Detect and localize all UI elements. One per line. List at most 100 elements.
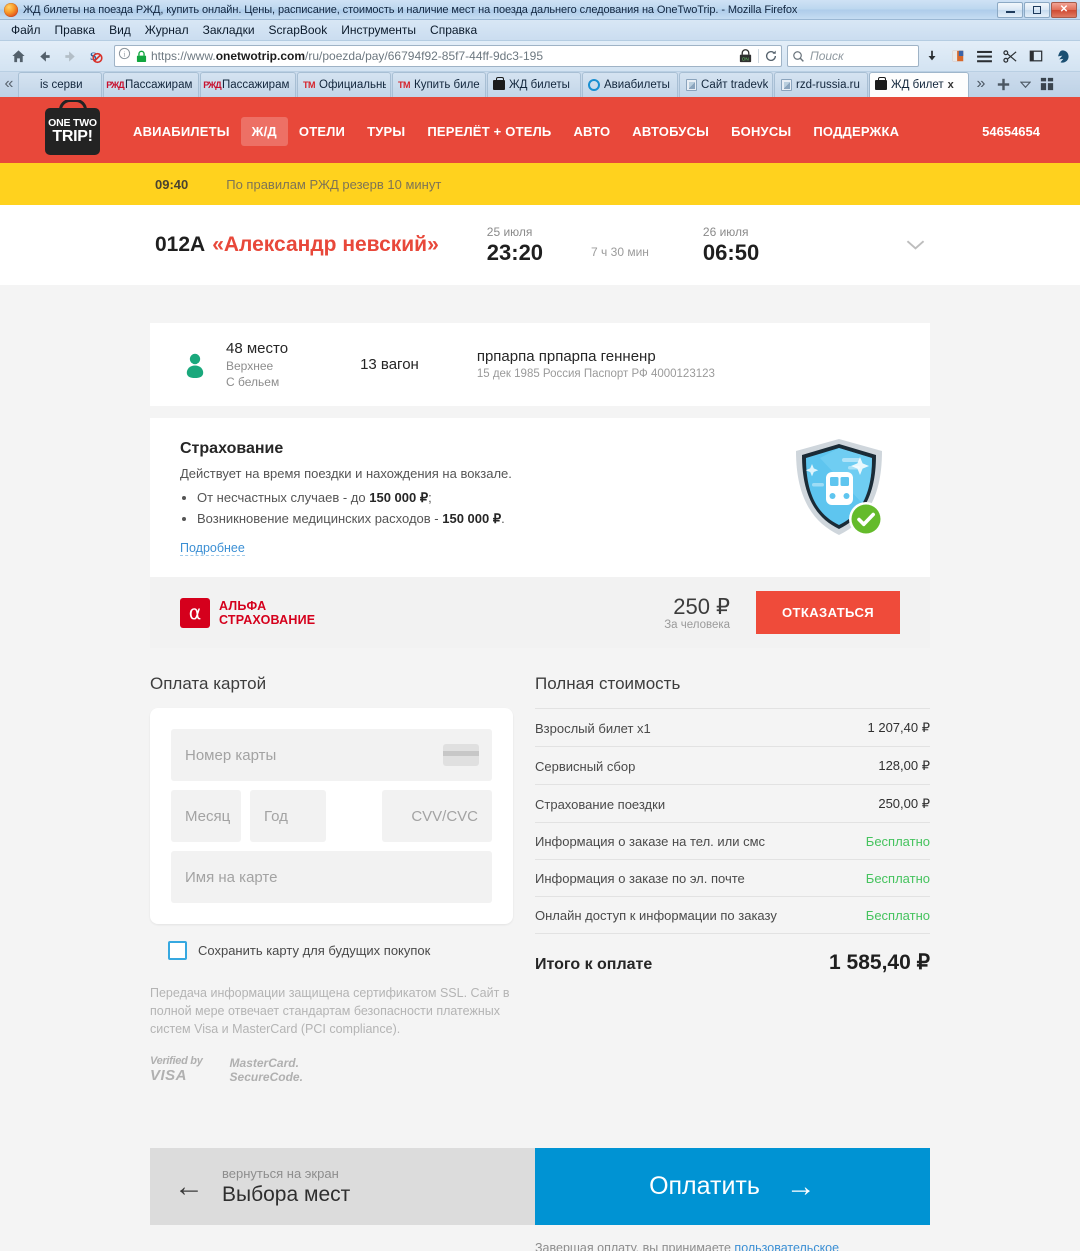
new-tab-icon[interactable] bbox=[992, 71, 1014, 97]
decline-insurance-button[interactable]: ОТКАЗАТЬСЯ bbox=[756, 591, 900, 634]
nav-item-rail[interactable]: Ж/Д bbox=[240, 117, 288, 146]
linen-info: С бельем bbox=[226, 375, 280, 389]
menu-bar: Файл Правка Вид Журнал Закладки ScrapBoo… bbox=[0, 20, 1080, 41]
price-value: 1 207,40 ₽ bbox=[847, 708, 930, 747]
insurance-description: Действует на время поездки и нахождения … bbox=[180, 466, 512, 481]
pay-button-label: Оплатить bbox=[649, 1172, 760, 1200]
browser-tab[interactable]: Сайт tradevk bbox=[679, 72, 773, 97]
browser-tab[interactable]: РЖД Пассажирам bbox=[200, 72, 296, 97]
action-bar: ← вернуться на экран Выбора мест Оплатит… bbox=[150, 1148, 930, 1225]
page-content: 48 место Верхнее С бельем 13 вагон прпар… bbox=[0, 285, 1080, 1251]
scrapbook-icon[interactable]: S bbox=[83, 44, 109, 68]
card-month-field[interactable]: Месяц bbox=[171, 790, 241, 842]
card-number-field[interactable]: Номер карты bbox=[171, 729, 492, 781]
browser-tab[interactable]: РЖД Пассажирам bbox=[103, 72, 199, 97]
card-cvv-input[interactable]: CVV/CVC bbox=[411, 808, 478, 825]
page-info-icon[interactable]: i bbox=[118, 47, 131, 65]
save-card-checkbox[interactable] bbox=[168, 941, 187, 960]
nav-item-auto[interactable]: АВТО bbox=[562, 117, 621, 146]
extension-icon[interactable] bbox=[945, 44, 971, 68]
arrow-left-icon: ← bbox=[174, 1169, 204, 1203]
https-everywhere-icon[interactable]: ON bbox=[738, 48, 753, 64]
close-button[interactable]: ✕ bbox=[1051, 1, 1077, 18]
tab-grid-icon[interactable] bbox=[1036, 71, 1058, 97]
rzd-icon: РЖД bbox=[203, 80, 221, 90]
menu-history[interactable]: Журнал bbox=[138, 21, 196, 39]
tab-bar: « is серви РЖД Пассажирам РЖД Пассажирам… bbox=[0, 72, 1080, 100]
nav-item-flight-hotel[interactable]: ПЕРЕЛЁТ + ОТЕЛЬ bbox=[416, 117, 562, 146]
card-number-input[interactable]: Номер карты bbox=[185, 747, 276, 764]
forward-icon[interactable] bbox=[57, 44, 83, 68]
search-bar[interactable]: Поиск bbox=[787, 45, 919, 67]
menu-bookmarks[interactable]: Закладки bbox=[196, 21, 262, 39]
onetwotrip-logo[interactable]: ONE TWO TRIP! bbox=[45, 108, 100, 155]
reload-icon[interactable] bbox=[758, 49, 778, 63]
menu-hamburger-icon[interactable] bbox=[971, 44, 997, 68]
tabs-scroll-left-icon[interactable]: « bbox=[0, 71, 18, 97]
nav-item-bonuses[interactable]: БОНУСЫ bbox=[720, 117, 802, 146]
insurance-card: Страхование Действует на время поездки и… bbox=[150, 418, 930, 577]
insurance-benefit: Возникновение медицинских расходов - 150… bbox=[197, 508, 512, 529]
tab-close-icon[interactable]: x bbox=[948, 79, 954, 91]
menu-help[interactable]: Справка bbox=[423, 21, 484, 39]
back-button[interactable]: ← вернуться на экран Выбора мест bbox=[150, 1148, 535, 1225]
maximize-button[interactable] bbox=[1024, 1, 1050, 18]
nav-item-buses[interactable]: АВТОБУСЫ bbox=[621, 117, 720, 146]
menu-tools[interactable]: Инструменты bbox=[334, 21, 423, 39]
nav-item-tours[interactable]: ТУРЫ bbox=[356, 117, 416, 146]
tab-list-chevron-icon[interactable] bbox=[1014, 71, 1036, 97]
card-holder-input[interactable]: Имя на карте bbox=[185, 869, 277, 886]
search-input[interactable]: Поиск bbox=[810, 49, 844, 63]
url-bar[interactable]: i https://www.onetwotrip.com/ru/poezda/p… bbox=[114, 45, 782, 67]
menu-edit[interactable]: Правка bbox=[48, 21, 103, 39]
alpha-mark-icon: α bbox=[180, 597, 210, 628]
table-row: Информация о заказе на тел. или смс Бесп… bbox=[535, 822, 930, 860]
insurance-more-link[interactable]: Подробнее bbox=[180, 541, 245, 556]
nav-item-hotels[interactable]: ОТЕЛИ bbox=[288, 117, 356, 146]
browser-tab[interactable]: Авиабилеты bbox=[582, 72, 678, 97]
price-label: Онлайн доступ к информации по заказу bbox=[535, 896, 848, 934]
site-header: ONE TWO TRIP! АВИАБИЛЕТЫ Ж/Д ОТЕЛИ ТУРЫ … bbox=[0, 100, 1080, 163]
credit-card-icon bbox=[443, 744, 479, 766]
card-form: Номер карты Месяц Год CVV/CVC Имя на кар… bbox=[150, 708, 513, 924]
card-cvv-field[interactable]: CVV/CVC bbox=[382, 790, 492, 842]
page-viewport: ONE TWO TRIP! АВИАБИЛЕТЫ Ж/Д ОТЕЛИ ТУРЫ … bbox=[0, 100, 1080, 1251]
tab-label: ЖД билеты bbox=[509, 79, 570, 91]
browser-tab[interactable]: is серви bbox=[18, 72, 102, 97]
menu-file[interactable]: Файл bbox=[4, 21, 48, 39]
payment-security-logos: Verified by VISA MasterCard. SecureCode. bbox=[150, 1055, 513, 1084]
generic-icon bbox=[23, 78, 37, 92]
price-value: Бесплатно bbox=[847, 896, 930, 934]
card-holder-field[interactable]: Имя на карте bbox=[171, 851, 492, 903]
agreement-text: Завершая оплату, вы принимаете bbox=[535, 1241, 735, 1251]
train-summary-bar[interactable]: 012A «Александр невский» 25 июля 23:20 7… bbox=[0, 205, 1080, 285]
browser-tab[interactable]: ЖД билеты bbox=[487, 72, 581, 97]
save-card-row[interactable]: Сохранить карту для будущих покупок bbox=[150, 941, 513, 960]
card-year-input[interactable]: Год bbox=[264, 808, 288, 825]
downloads-icon[interactable] bbox=[919, 44, 945, 68]
nav-item-support[interactable]: ПОДДЕРЖКА bbox=[802, 117, 910, 146]
account-number[interactable]: 54654654 bbox=[982, 124, 1040, 139]
sync-icon[interactable] bbox=[1049, 44, 1075, 68]
url-text[interactable]: https://www.onetwotrip.com/ru/poezda/pay… bbox=[151, 49, 733, 63]
insurance-price-note: За человека bbox=[664, 619, 731, 631]
price-value: Бесплатно bbox=[847, 859, 930, 897]
nav-item-avia[interactable]: АВИАБИЛЕТЫ bbox=[122, 117, 241, 146]
menu-scrapbook[interactable]: ScrapBook bbox=[262, 21, 335, 39]
scissors-icon[interactable] bbox=[997, 44, 1023, 68]
browser-tab[interactable]: rzd-russia.ru bbox=[774, 72, 868, 97]
browser-tab[interactable]: TM Официальны bbox=[297, 72, 391, 97]
sidebar-icon[interactable] bbox=[1023, 44, 1049, 68]
card-month-input[interactable]: Месяц bbox=[185, 808, 230, 825]
menu-view[interactable]: Вид bbox=[102, 21, 138, 39]
browser-window: ЖД билеты на поезда РЖД, купить онлайн. … bbox=[0, 0, 1080, 1251]
browser-tab[interactable]: TM Купить биле bbox=[392, 72, 486, 97]
home-icon[interactable] bbox=[5, 44, 31, 68]
card-year-field[interactable]: Год bbox=[250, 790, 326, 842]
chevron-down-icon[interactable] bbox=[906, 235, 925, 256]
pay-button[interactable]: Оплатить → bbox=[535, 1148, 930, 1225]
back-icon[interactable] bbox=[31, 44, 57, 68]
minimize-button[interactable] bbox=[997, 1, 1023, 18]
tabs-scroll-right-icon[interactable]: » bbox=[970, 71, 992, 97]
browser-tab-active[interactable]: ЖД билет x bbox=[869, 72, 969, 97]
